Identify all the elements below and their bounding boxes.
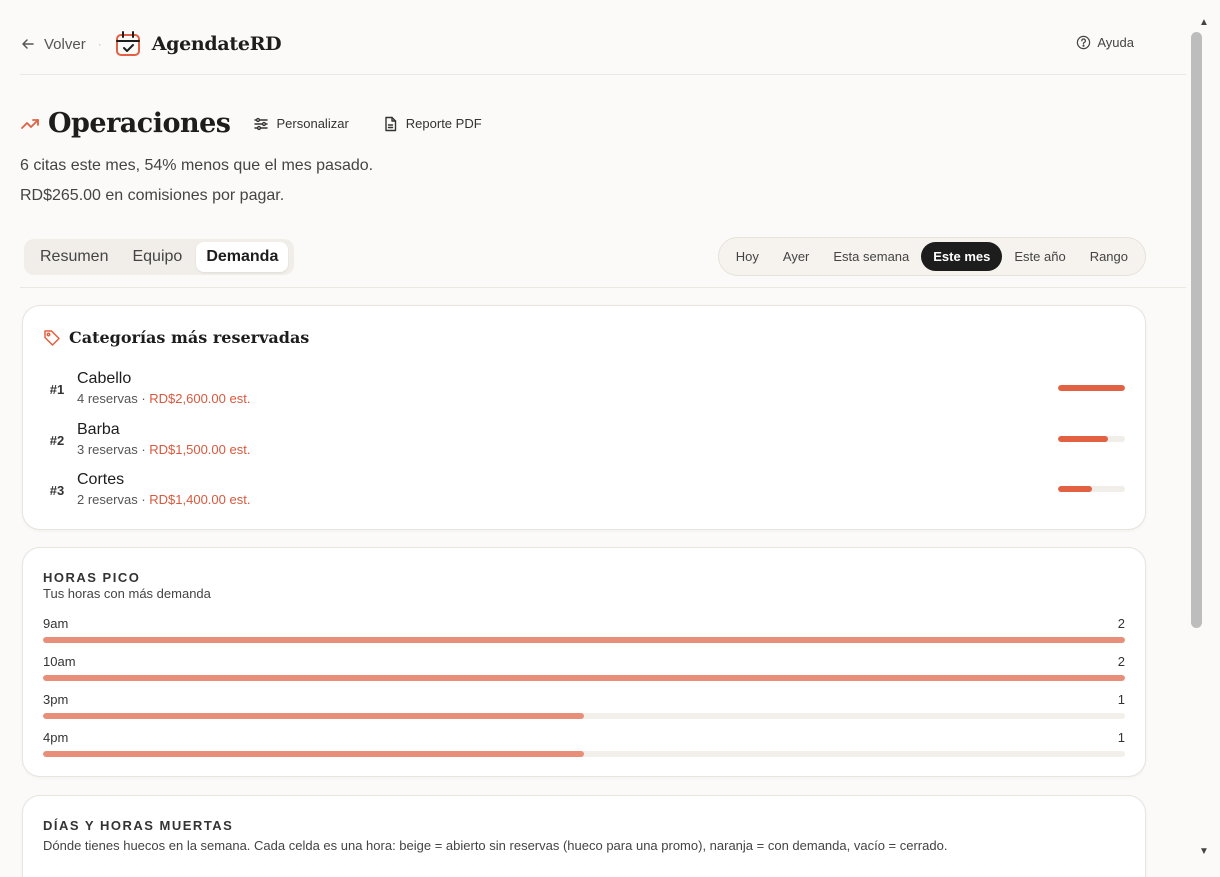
- vertical-scrollbar[interactable]: ▲ ▼: [1188, 0, 1220, 877]
- peak-hours-label: Horas pico: [43, 570, 141, 585]
- customize-button[interactable]: Personalizar: [253, 112, 349, 136]
- hour-bar: [43, 637, 1125, 643]
- category-share-bar: [1058, 486, 1125, 492]
- help-button[interactable]: Ayuda: [1076, 35, 1134, 50]
- categories-title: Categorías más reservadas: [69, 328, 310, 347]
- peak-hour-row: 4pm 1: [43, 730, 1125, 766]
- summary-commissions: RD$265.00 en comisiones por pagar.: [20, 187, 285, 204]
- scrollbar-thumb[interactable]: [1191, 32, 1202, 628]
- back-button[interactable]: Volver: [20, 36, 86, 53]
- pdf-report-label: Reporte PDF: [405, 116, 482, 131]
- category-details: 3 reservas · RD$1,500.00 est.: [77, 442, 251, 457]
- hour-bar-fill: [43, 751, 584, 757]
- tag-icon: [44, 329, 60, 346]
- hour-label: 4pm: [43, 730, 69, 745]
- calendar-check-icon: [115, 31, 140, 56]
- peak-hour-row: 10am 2: [43, 654, 1125, 690]
- trending-up-icon: [21, 118, 39, 129]
- range-esta-semana[interactable]: Esta semana: [821, 242, 921, 271]
- category-row[interactable]: #2 Barba 3 reservas · RD$1,500.00 est.: [23, 421, 1145, 465]
- tab-resumen[interactable]: Resumen: [30, 242, 118, 272]
- category-details: 2 reservas · RD$1,400.00 est.: [77, 492, 251, 507]
- category-rank: #2: [49, 433, 65, 448]
- hour-bar-fill: [43, 637, 1125, 643]
- help-label: Ayuda: [1097, 35, 1134, 50]
- range-hoy[interactable]: Hoy: [724, 242, 771, 271]
- date-range-selector: Hoy Ayer Esta semana Este mes Este año R…: [717, 237, 1146, 276]
- view-tabs: Resumen Equipo Demanda: [24, 239, 295, 275]
- summary-appointments: 6 citas este mes, 54% menos que el mes p…: [20, 157, 374, 174]
- dead-hours-card: Días y horas muertas Dónde tienes huecos…: [22, 795, 1146, 877]
- category-row[interactable]: #1 Cabello 4 reservas · RD$2,600.00 est.: [23, 370, 1145, 414]
- category-bookings: 2 reservas: [77, 492, 138, 507]
- range-ayer[interactable]: Ayer: [771, 242, 822, 271]
- customize-label: Personalizar: [276, 116, 349, 131]
- hour-count: 1: [1117, 730, 1125, 745]
- tabs-divider: [20, 287, 1186, 288]
- category-details: 4 reservas · RD$2,600.00 est.: [77, 391, 251, 406]
- file-text-icon: [385, 116, 396, 131]
- category-name: Cabello: [77, 370, 132, 387]
- tab-demanda[interactable]: Demanda: [196, 242, 289, 272]
- hour-label: 10am: [43, 654, 76, 669]
- category-amount: RD$1,400.00 est.: [149, 492, 251, 507]
- peak-hour-row: 3pm 1: [43, 692, 1125, 728]
- category-share-fill: [1058, 436, 1109, 442]
- category-amount: RD$1,500.00 est.: [149, 442, 251, 457]
- category-share-fill: [1058, 486, 1092, 492]
- page-header: Operaciones Personalizar Reporte PDF: [20, 108, 482, 139]
- dead-hours-label: Días y horas muertas: [43, 818, 234, 833]
- top-divider: [20, 74, 1186, 75]
- tab-equipo[interactable]: Equipo: [122, 242, 192, 272]
- hour-bar: [43, 751, 1125, 757]
- card-title: Categorías más reservadas: [43, 328, 309, 347]
- dead-hours-description: Dónde tienes huecos en la semana. Cada c…: [43, 838, 948, 853]
- range-este-mes[interactable]: Este mes: [921, 242, 1003, 271]
- pdf-report-button[interactable]: Reporte PDF: [383, 112, 482, 136]
- category-name: Barba: [77, 421, 120, 438]
- hour-bar: [43, 675, 1125, 681]
- category-amount: RD$2,600.00 est.: [149, 391, 251, 406]
- sliders-icon: [253, 117, 268, 130]
- arrow-left-icon: [22, 39, 34, 49]
- category-rank: #1: [49, 382, 65, 397]
- help-circle-icon: [1077, 35, 1091, 50]
- scroll-down-arrow-icon[interactable]: ▼: [1188, 843, 1220, 859]
- brand-name: AgendateRD: [151, 33, 282, 55]
- top-categories-card: Categorías más reservadas #1 Cabello 4 r…: [22, 305, 1146, 530]
- range-rango[interactable]: Rango: [1078, 242, 1140, 271]
- category-bookings: 4 reservas: [77, 391, 138, 406]
- hour-label: 9am: [43, 616, 69, 631]
- category-share-bar: [1058, 436, 1125, 442]
- category-bookings: 3 reservas: [77, 442, 138, 457]
- separator: ·: [97, 37, 102, 51]
- operations-page: Volver · AgendateRD Ayuda Operaciones Pe…: [0, 0, 1188, 877]
- page-title: Operaciones: [48, 108, 231, 139]
- category-name: Cortes: [77, 471, 125, 488]
- hour-count: 1: [1117, 692, 1125, 707]
- back-label: Volver: [44, 35, 86, 53]
- hour-count: 2: [1117, 616, 1125, 631]
- peak-hours-description: Tus horas con más demanda: [43, 586, 211, 601]
- scroll-up-arrow-icon[interactable]: ▲: [1188, 14, 1220, 30]
- hour-bar: [43, 713, 1125, 719]
- range-este-ano[interactable]: Este año: [1002, 242, 1077, 271]
- category-row[interactable]: #3 Cortes 2 reservas · RD$1,400.00 est.: [23, 471, 1145, 515]
- top-bar: Volver · AgendateRD Ayuda: [20, 22, 1186, 66]
- peak-hour-row: 9am 2: [43, 616, 1125, 652]
- brand[interactable]: AgendateRD: [114, 30, 282, 58]
- hour-bar-fill: [43, 675, 1125, 681]
- category-rank: #3: [49, 483, 65, 498]
- category-share-fill: [1058, 385, 1125, 391]
- category-share-bar: [1058, 385, 1125, 391]
- hour-bar-fill: [43, 713, 584, 719]
- hour-label: 3pm: [43, 692, 69, 707]
- peak-hours-card: Horas pico Tus horas con más demanda 9am…: [22, 547, 1146, 777]
- hour-count: 2: [1117, 654, 1125, 669]
